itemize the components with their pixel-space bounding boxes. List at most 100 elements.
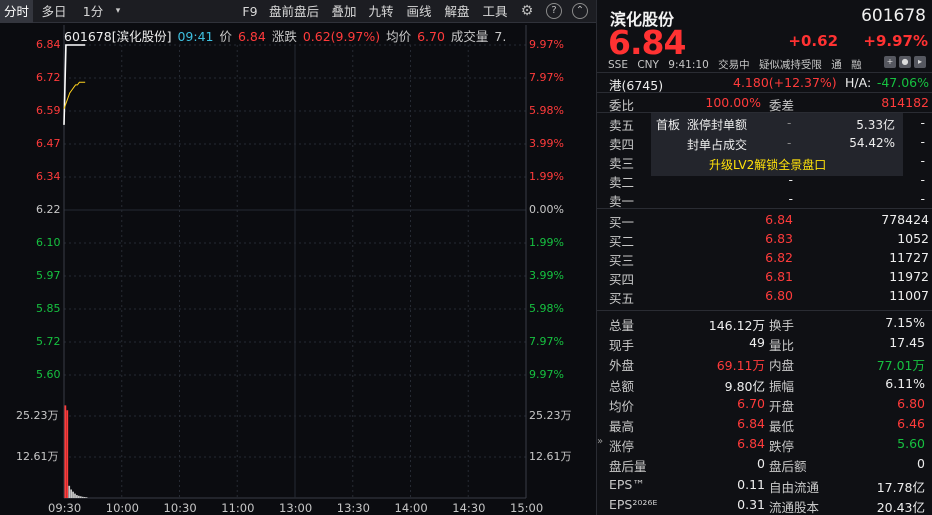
volume-value: 7. (494, 29, 507, 44)
price-tick-label: 6.34 (36, 170, 61, 183)
time-tick-label: 14:30 (452, 501, 486, 515)
nine-turn-button[interactable]: 九转 (365, 0, 397, 23)
avg-title: 均价 (386, 29, 412, 44)
expand-panel-icon[interactable]: » (597, 436, 605, 447)
stat-value: 6.84 (737, 416, 765, 431)
weicha-value: 814182 (881, 95, 929, 110)
time-tick-label: 10:30 (163, 501, 197, 515)
quote-panel: 滨化股份 601678 6.84 +0.62 +9.97% SSE CNY 9:… (596, 0, 932, 515)
stat-row: EPS²⁰²⁶ᴱ 0.31 流通股本 20.43亿 (597, 495, 932, 515)
pct-tick-label: 1.99% (529, 170, 564, 183)
pct-tick-label: 7.97% (529, 335, 564, 348)
bid-level-row[interactable]: 买二 6.83 1052 (597, 229, 932, 249)
stat-value: 20.43亿 (876, 499, 925, 515)
avg-value: 6.70 (417, 29, 445, 44)
divider (597, 208, 932, 209)
price-value: 6.84 (237, 29, 266, 44)
stat-row: EPS™ 0.11 自由流通 17.78亿 (597, 475, 932, 495)
market-status-line: SSE CNY 9:41:10 交易中 疑似减持受限 通 融 (608, 57, 868, 72)
bid-level-row[interactable]: 买五 6.80 11007 (597, 286, 932, 306)
code-name-label: 601678[滨化股份] (64, 29, 172, 44)
stat-label: 均价 (609, 398, 635, 414)
stat-label: EPS²⁰²⁶ᴱ (609, 496, 658, 512)
price-tick-label: 6.59 (36, 104, 61, 117)
chart-info-line: 601678[滨化股份] 09:41 价 6.84 涨跌 0.62(9.97%)… (64, 26, 508, 45)
stat-label: 最高 (609, 419, 635, 434)
volume-tick-label: 25.23万 (16, 409, 59, 422)
volume-tick-label: 12.61万 (16, 450, 59, 463)
draw-line-button[interactable]: 画线 (403, 0, 435, 23)
tab-multi-day[interactable]: 多日 (36, 0, 72, 23)
settings-gear-icon[interactable]: ⚙ (519, 3, 535, 19)
upgrade-link[interactable]: 升级LV2解锁全景盘口 (709, 156, 826, 173)
more-icon[interactable]: ▸ (914, 56, 926, 68)
stat-row: 盘后量 0 盘后额 0 (597, 454, 932, 475)
bid-level-row[interactable]: 买一 6.84 778424 (597, 210, 932, 230)
tab-1min[interactable]: 1分 (78, 0, 108, 23)
bid-price: 6.80 (765, 288, 793, 303)
stat-value: 5.60 (897, 436, 925, 452)
time-tick-label: 13:30 (336, 501, 370, 515)
plus-icon[interactable]: + (884, 56, 896, 68)
stat-label: 最低 (769, 419, 795, 434)
bid-volume: 11007 (889, 288, 929, 303)
stat-value: 77.01万 (876, 358, 925, 374)
collapse-up-icon[interactable]: ⌃ (572, 3, 588, 19)
time-tick-label: 13:00 (279, 501, 313, 515)
pct-tick-label: 7.97% (529, 71, 564, 84)
hk-row: 港(6745) 4.180(+12.37%) H/A: -47.06% (597, 73, 932, 93)
bid-price: 6.83 (765, 231, 793, 246)
volume-bar (81, 496, 84, 498)
stat-value: 6.70 (737, 395, 765, 411)
period-dropdown-icon[interactable]: ▾ (112, 2, 124, 20)
tools-button[interactable]: 工具 (479, 0, 511, 23)
bid-level-row[interactable]: 买三 6.82 11727 (597, 248, 932, 268)
analysis-button[interactable]: 解盘 (441, 0, 473, 23)
help-icon[interactable]: ? (546, 3, 562, 19)
volume-title: 成交量 (450, 29, 489, 44)
stat-label: 盘后量 (609, 459, 647, 475)
seal-ratio-dash: - (787, 136, 792, 150)
overlay-button[interactable]: 叠加 (328, 0, 360, 23)
bid-volume: 778424 (881, 212, 929, 227)
pct-tick-label: 3.99% (529, 137, 564, 150)
volume-bar (85, 497, 88, 498)
intraday-chart[interactable]: 601678[滨化股份] 09:41 价 6.84 涨跌 0.62(9.97%)… (0, 23, 596, 515)
pct-tick-label: 0.00% (529, 203, 564, 216)
stat-value: 7.15% (885, 315, 925, 330)
change-value: 0.62(9.97%) (302, 29, 381, 44)
stat-value: 0.11 (737, 476, 765, 492)
level2-promo-box[interactable]: 首板 涨停封单额 - 5.33亿 封单占成交 - 54.42% 升级LV2解锁全… (651, 113, 903, 176)
bid-level-row[interactable]: 买四 6.81 11972 (597, 267, 932, 287)
stat-value: 6.46 (897, 416, 925, 431)
seal-ratio-value: 54.42% (849, 136, 895, 150)
ask-volume: - (920, 191, 925, 206)
stat-value: 6.80 (897, 395, 925, 411)
quote-time: 9:41:10 (668, 59, 709, 71)
price-title: 价 (219, 29, 232, 44)
price-tick-label: 5.72 (36, 335, 61, 348)
chart-toolbar: 分时 多日 1分 ▾ F9 盘前盘后 叠加 九转 画线 解盘 工具 ⚙ ? ⌃ (0, 0, 596, 23)
seal-ratio-label: 封单占成交 (687, 138, 748, 152)
stat-label: 盘后额 (769, 459, 807, 475)
price-tick-label: 5.60 (36, 368, 61, 381)
stat-label: 现手 (609, 338, 635, 354)
ask-level-row[interactable]: 卖一 - - (597, 189, 932, 209)
trading-status: 交易中 (718, 59, 750, 71)
ask-volume: - (920, 115, 925, 130)
tab-intraday[interactable]: 分时 (0, 0, 33, 23)
bell-icon[interactable]: ● (899, 56, 911, 68)
f9-button[interactable]: F9 (238, 0, 262, 23)
ask-volume: - (920, 153, 925, 168)
exchange-label: SSE (608, 59, 628, 71)
price-change-pct: +9.97% (863, 32, 928, 50)
premarket-button[interactable]: 盘前盘后 (265, 0, 323, 23)
stat-row: 总额 9.80亿 振幅 6.11% (597, 374, 932, 394)
ha-label: H/A: (845, 75, 872, 90)
stat-label: 量比 (769, 338, 795, 354)
restriction-tag[interactable]: 疑似减持受限 (759, 59, 822, 71)
stat-row: 现手 49 量比 17.45 (597, 333, 932, 354)
stat-value: 9.80亿 (724, 378, 765, 394)
pct-tick-label: 3.99% (529, 269, 564, 282)
bid-price: 6.81 (765, 269, 793, 284)
